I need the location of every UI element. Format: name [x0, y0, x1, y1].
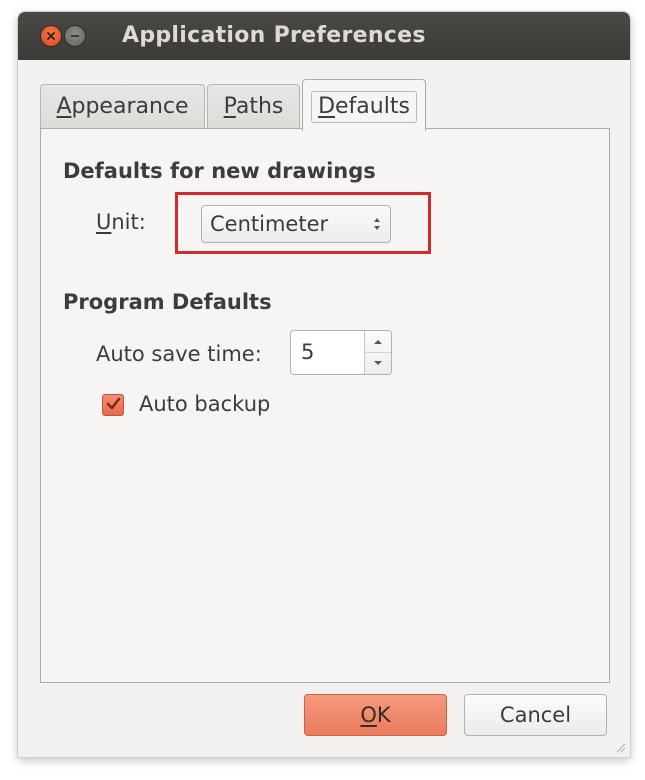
auto-backup-label[interactable]: Auto backup: [139, 392, 270, 416]
spin-buttons: [364, 331, 391, 374]
unit-label: Unit:: [96, 210, 146, 234]
spin-down-button[interactable]: [365, 352, 391, 373]
auto-backup-checkbox[interactable]: [102, 394, 124, 416]
ok-mnemonic: O: [360, 703, 377, 727]
title-bar[interactable]: Application Preferences: [18, 12, 630, 60]
spin-up-icon: [374, 339, 382, 344]
ok-label: K: [376, 703, 391, 727]
close-window-button[interactable]: [41, 26, 61, 46]
ok-button[interactable]: OK: [304, 694, 447, 736]
minimize-icon: [71, 35, 79, 37]
unit-label-text: nit:: [111, 210, 146, 234]
spin-up-button[interactable]: [365, 331, 391, 353]
auto-save-spinbutton[interactable]: 5: [290, 330, 392, 375]
tab-defaults-mnemonic: D: [318, 93, 336, 119]
highlight-box: [175, 192, 431, 254]
cancel-label: Cancel: [499, 703, 572, 727]
checkmark-icon: [106, 397, 121, 410]
tab-paths[interactable]: Paths: [207, 84, 300, 128]
preferences-window: Application Preferences Appearance Paths…: [18, 12, 630, 757]
tab-defaults-label: efaults: [335, 93, 410, 119]
resize-grip-icon[interactable]: [614, 741, 626, 753]
section-title-new-drawings: Defaults for new drawings: [63, 159, 376, 183]
window-title: Application Preferences: [122, 23, 426, 48]
tab-paths-label: aths: [235, 94, 284, 119]
spin-down-icon: [374, 360, 382, 365]
auto-save-label: Auto save time:: [96, 342, 262, 366]
cancel-button[interactable]: Cancel: [464, 694, 607, 736]
close-icon: [47, 32, 55, 40]
tab-appearance[interactable]: Appearance: [40, 84, 205, 128]
auto-save-value[interactable]: 5: [301, 331, 314, 374]
tab-defaults[interactable]: Defaults: [302, 79, 426, 131]
section-title-program-defaults: Program Defaults: [63, 290, 272, 314]
minimize-window-button[interactable]: [65, 26, 85, 46]
tab-appearance-mnemonic: A: [56, 94, 72, 119]
unit-label-mnemonic: U: [96, 210, 112, 234]
tab-appearance-label: ppearance: [71, 94, 189, 119]
tab-paths-mnemonic: P: [223, 94, 236, 119]
